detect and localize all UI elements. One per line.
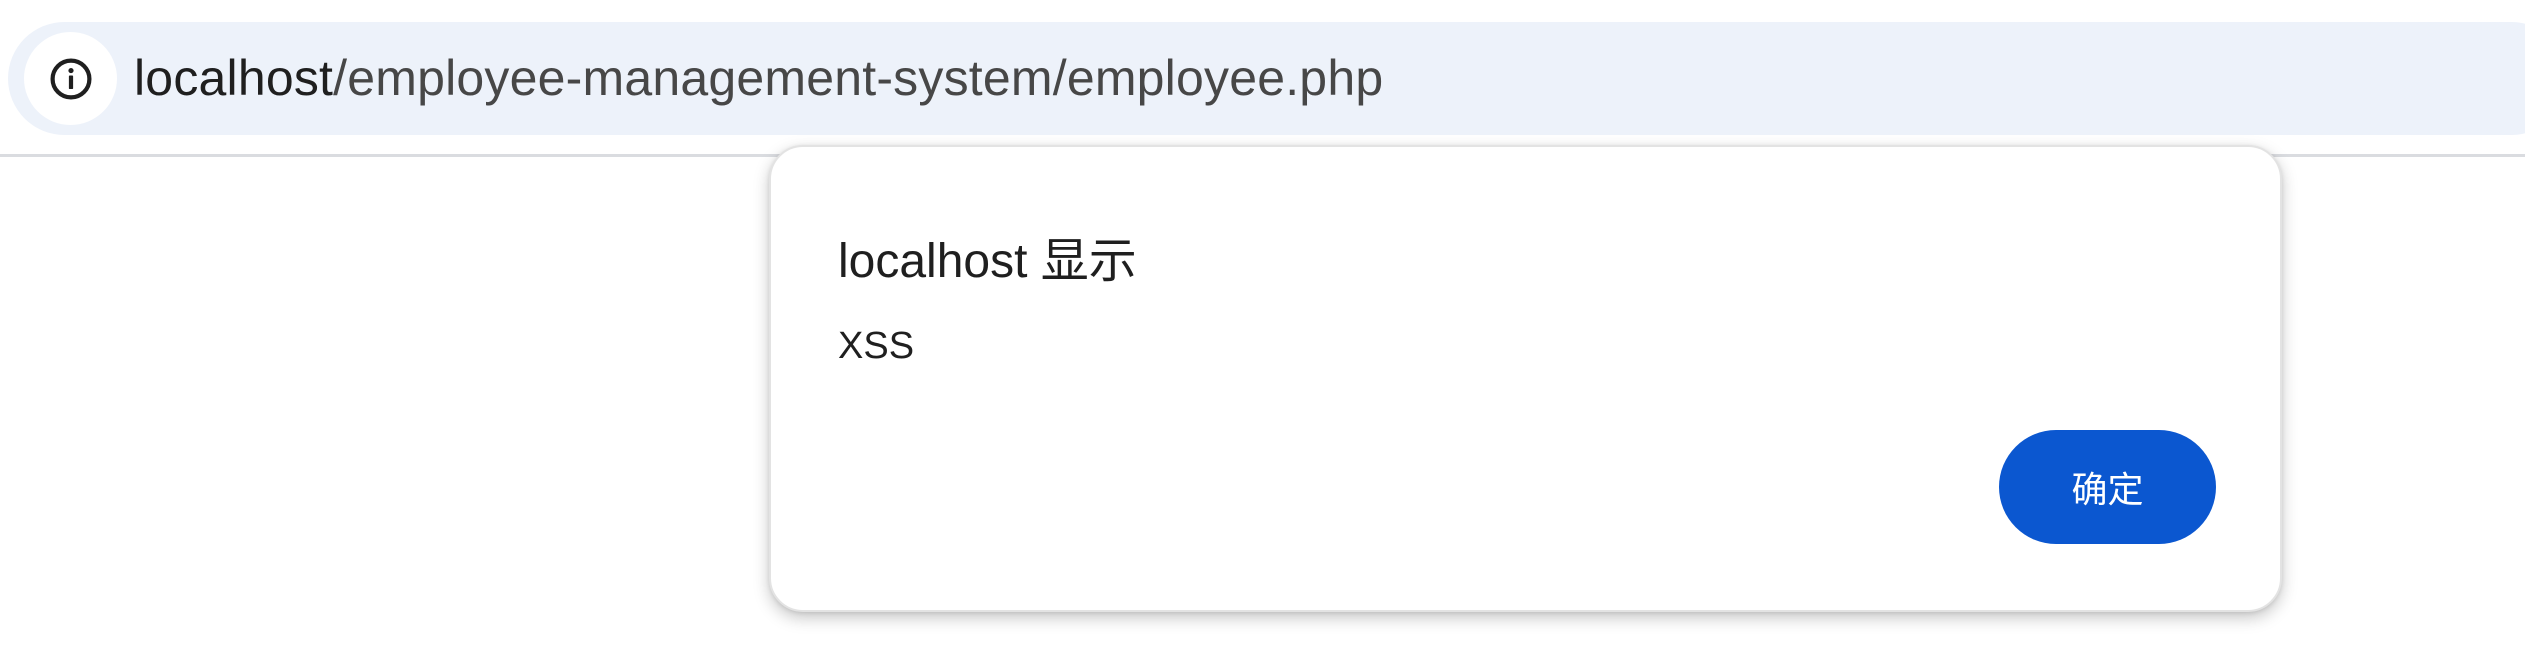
url-text[interactable]: localhost/employee-management-system/emp…	[134, 22, 1383, 135]
url-path: /employee-management-system/employee.php	[333, 50, 1384, 106]
address-bar[interactable]: localhost/employee-management-system/emp…	[8, 22, 2525, 135]
dialog-title: localhost 显示	[838, 235, 1137, 288]
dialog-message: XSS	[838, 325, 915, 367]
browser-toolbar: localhost/employee-management-system/emp…	[0, 0, 2525, 157]
site-info-button[interactable]	[24, 32, 117, 125]
info-icon	[48, 56, 94, 102]
url-host: localhost	[134, 50, 334, 106]
ok-button[interactable]: 确定	[1999, 430, 2216, 544]
browser-page: localhost/employee-management-system/emp…	[0, 0, 2525, 662]
alert-dialog: localhost 显示 XSS 确定	[769, 145, 2282, 612]
